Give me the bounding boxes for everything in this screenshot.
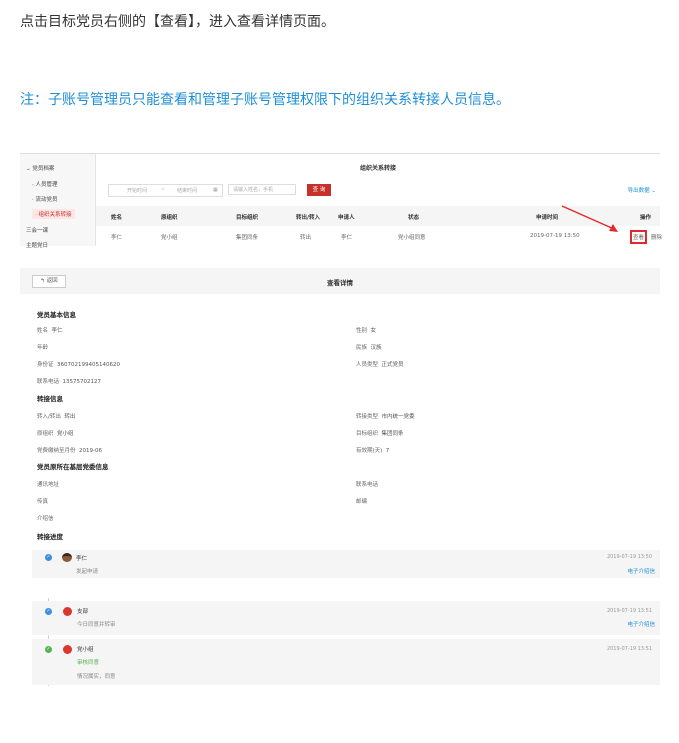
field-postcode: 邮编	[356, 499, 368, 505]
sidebar-item-party-archive[interactable]: ⌄ 党员档案	[26, 164, 54, 172]
field-transfer-type: 转接类型 市内统一党委	[356, 414, 415, 420]
detail-screenshot: ↰ 返回 查看详情 党员基本信息 姓名 李仁 年龄 身份证 3607021994…	[20, 268, 660, 578]
avatar	[63, 607, 72, 616]
check-icon: ✓	[45, 646, 52, 653]
field-phone: 联系电话 13575702127	[37, 379, 102, 385]
chevron-down-icon: ⌄	[651, 188, 656, 194]
sidebar-item-people[interactable]: · 人员管理	[32, 180, 58, 188]
check-icon: ✓	[45, 554, 52, 561]
intro-letter-link[interactable]: 电子介绍信	[627, 567, 655, 575]
transfer-list-screenshot: ⌄ 党员档案 · 人员管理 · 流动党员 · 组织关系转接 三会一课 主题党日 …	[20, 153, 662, 249]
field-valid-days: 有效期(天) 7	[356, 448, 390, 454]
note-text: 注：子账号管理员只能查看和管理子账号管理权限下的组织关系转接人员信息。	[20, 92, 510, 108]
detail-header: ↰ 返回 查看详情	[20, 268, 660, 294]
avatar	[62, 553, 72, 562]
column-header: 转出/转入	[296, 215, 321, 221]
progress-step: ✓ 李仁 发起申请 2019-07-19 13:50 电子介绍信	[32, 550, 660, 578]
check-icon: ✓	[45, 608, 52, 615]
column-header: 申请人	[338, 215, 355, 221]
field-target-org: 目标组织 集团同条	[356, 431, 404, 437]
date-range-picker[interactable]: 开始时间 ~ 结束时间 ▦	[108, 184, 223, 197]
sidebar-item-theme-day[interactable]: 主题党日	[26, 241, 48, 249]
sidebar-item-mobile-members[interactable]: · 流动党员	[32, 195, 58, 203]
field-name: 姓名 李仁	[37, 328, 63, 334]
field-fax: 传真	[37, 499, 49, 505]
section-title: 转接信息	[37, 395, 63, 403]
column-header: 姓名	[111, 215, 123, 221]
field-direction: 转入/转出 转出	[37, 414, 76, 420]
field-id-card: 身份证 360702199405140620	[37, 362, 121, 368]
pointer-arrow-icon	[561, 205, 618, 232]
field-org-phone: 联系电话	[356, 482, 379, 488]
field-age: 年龄	[37, 345, 49, 351]
field-fee-month: 党费缴纳至月份 2019-06	[37, 448, 102, 454]
field-intro-letter: 介绍信	[37, 516, 54, 522]
column-header: 原组织	[161, 215, 178, 221]
field-ethnicity: 民族 汉族	[356, 345, 382, 351]
page-title: 查看详情	[327, 279, 353, 287]
intro-letter-link[interactable]: 电子介绍信	[627, 620, 655, 628]
search-input[interactable]: 请输入姓名，手机	[228, 184, 296, 195]
view-button[interactable]: 查看	[629, 230, 648, 244]
section-title: 党员原所在基层党委信息	[37, 463, 109, 471]
progress-step: ✓ 党小组 审核同意 情况属实，同意 2019-07-19 13:51	[32, 639, 660, 685]
progress-step: ✓ 支部 今日同意并转审 2019-07-19 13:51 电子介绍信	[32, 601, 660, 635]
sidebar: ⌄ 党员档案 · 人员管理 · 流动党员 · 组织关系转接 三会一课 主题党日	[20, 154, 96, 249]
search-button[interactable]: 查 询	[307, 184, 331, 196]
field-gender: 性别 女	[356, 328, 377, 334]
progress-screenshot: ✓ 支部 今日同意并转审 2019-07-19 13:51 电子介绍信 ✓ 党小…	[20, 598, 660, 686]
section-title: 党员基本信息	[37, 311, 76, 319]
calendar-icon: ▦	[213, 187, 218, 193]
field-member-type: 人员类型 正式党员	[356, 362, 404, 368]
export-link[interactable]: 导出数据 ⌄	[628, 186, 656, 194]
column-header: 目标组织	[236, 215, 259, 221]
page-title: 组织关系转接	[359, 165, 396, 172]
sidebar-item-org-transfer[interactable]: · 组织关系转接	[32, 209, 75, 219]
section-title: 转接进度	[37, 533, 63, 541]
column-header: 状态	[408, 215, 420, 221]
avatar	[63, 645, 72, 654]
delete-button[interactable]: 删除	[651, 233, 662, 241]
field-address: 通讯地址	[37, 482, 60, 488]
sidebar-item-meetings[interactable]: 三会一课	[26, 226, 48, 234]
column-header: 操作	[640, 215, 652, 221]
column-header: 申请时间	[536, 215, 559, 221]
field-from-org: 原组织 党小组	[37, 431, 74, 437]
intro-text: 点击目标党员右侧的【查看】，进入查看详情页面。	[20, 14, 335, 30]
